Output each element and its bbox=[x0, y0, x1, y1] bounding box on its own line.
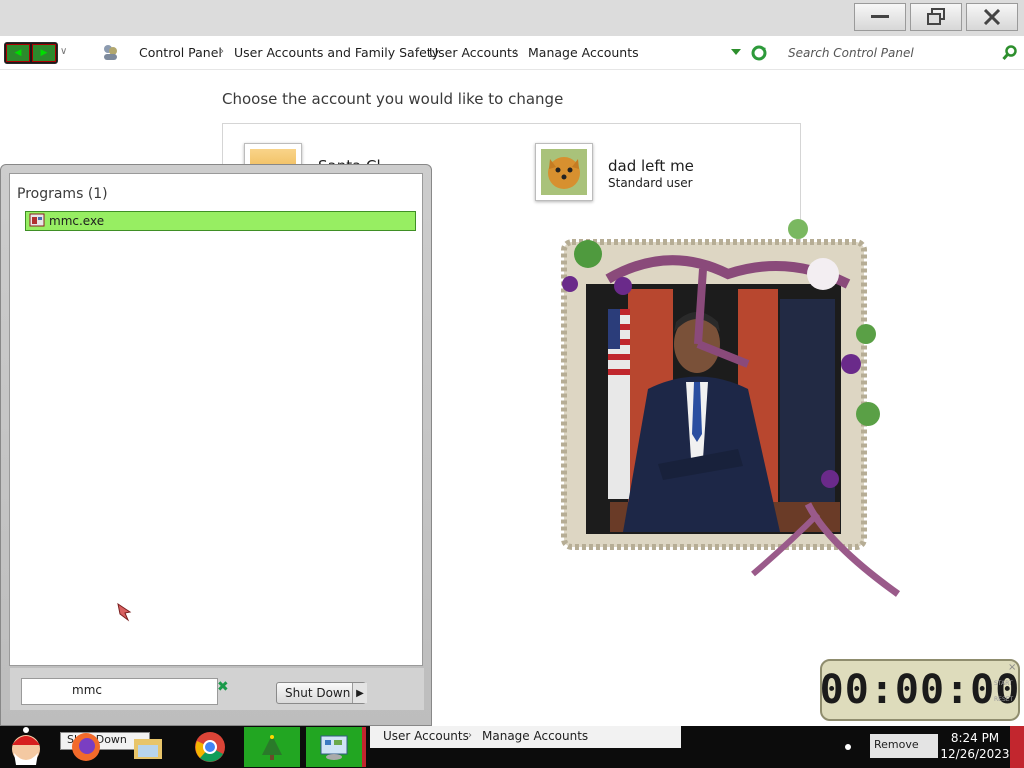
taskbar-clock[interactable]: 8:24 PM 12/26/2023 bbox=[940, 730, 1010, 762]
breadcrumb-separator-icon[interactable]: › bbox=[415, 46, 419, 57]
gadget-close-icon[interactable]: × bbox=[1008, 662, 1016, 673]
avatar bbox=[535, 143, 593, 201]
chrome-icon bbox=[195, 732, 225, 762]
control-panel-taskbar-button[interactable] bbox=[306, 727, 366, 767]
nav-buttons: ◀ ▶ bbox=[4, 42, 58, 64]
timer-display: 00:00:00 bbox=[819, 667, 1021, 713]
clock-date: 12/26/2023 bbox=[940, 747, 1010, 761]
cursor-icon bbox=[116, 602, 132, 626]
tray-notification-area[interactable]: Remove bbox=[870, 734, 938, 758]
search-result-label: mmc.exe bbox=[49, 214, 105, 228]
breadcrumb-separator-icon[interactable]: › bbox=[220, 46, 224, 57]
programs-section-label: Programs (1) bbox=[17, 186, 108, 202]
tray-dot-icon bbox=[845, 744, 851, 750]
mmc-app-icon bbox=[29, 213, 45, 230]
account-type: Standard user bbox=[608, 176, 693, 190]
start-button[interactable] bbox=[4, 727, 48, 767]
taskbar-breadcrumb: User Accounts › Manage Accounts bbox=[370, 726, 681, 748]
start-search-input[interactable]: mmc bbox=[21, 678, 218, 705]
santa-orb-icon bbox=[12, 727, 40, 765]
explorer-taskbar-button[interactable] bbox=[126, 727, 170, 767]
search-placeholder: Search Control Panel bbox=[788, 46, 914, 60]
folder-icon bbox=[134, 739, 162, 759]
account-dad-left-me[interactable] bbox=[535, 143, 593, 201]
search-result-item[interactable]: mmc.exe bbox=[25, 211, 416, 231]
page-heading: Choose the account you would like to cha… bbox=[222, 90, 564, 108]
clear-search-icon[interactable]: ✖ bbox=[217, 679, 229, 695]
refresh-icon[interactable] bbox=[751, 45, 767, 65]
back-arrow-icon: ◀ bbox=[14, 48, 22, 58]
firefox-icon bbox=[72, 733, 100, 761]
search-icon[interactable] bbox=[1002, 45, 1018, 65]
back-button[interactable]: ◀ bbox=[6, 44, 30, 62]
timer-reset-button[interactable]: RESET bbox=[994, 696, 1013, 703]
close-icon bbox=[983, 9, 1001, 25]
forward-arrow-icon: ▶ bbox=[40, 48, 48, 58]
account-name[interactable]: dad left me bbox=[608, 157, 694, 175]
firefox-taskbar-button[interactable] bbox=[64, 727, 108, 767]
christmas-tree-icon bbox=[262, 735, 282, 760]
breadcrumb-user-accounts[interactable]: User Accounts bbox=[429, 45, 518, 60]
dog-picture-icon bbox=[541, 149, 587, 195]
forward-button[interactable]: ▶ bbox=[32, 44, 56, 62]
portrait-frame-image bbox=[548, 214, 908, 608]
taskbar-crumb-manage-accounts[interactable]: Manage Accounts bbox=[482, 729, 588, 743]
breadcrumb-control-panel[interactable]: Control Panel bbox=[139, 45, 222, 60]
breadcrumb-manage-accounts[interactable]: Manage Accounts bbox=[528, 45, 639, 60]
tray-text: Remove bbox=[874, 738, 919, 751]
recent-pages-icon[interactable]: ∨ bbox=[60, 46, 67, 57]
minimize-icon bbox=[871, 15, 889, 18]
show-desktop-button[interactable] bbox=[1010, 726, 1024, 768]
breadcrumb-family-safety[interactable]: User Accounts and Family Safety bbox=[234, 45, 439, 60]
start-search-value: mmc bbox=[72, 683, 102, 697]
close-button[interactable] bbox=[966, 3, 1018, 31]
users-icon bbox=[101, 43, 119, 65]
search-input[interactable]: Search Control Panel bbox=[778, 42, 998, 64]
address-dropdown-icon[interactable] bbox=[731, 49, 741, 55]
tree-taskbar-button[interactable] bbox=[244, 727, 300, 767]
shut-down-label: Shut Down bbox=[285, 686, 351, 700]
timer-gadget: 00:00:00 bbox=[820, 659, 1020, 721]
shut-down-options-icon[interactable]: ▶ bbox=[352, 683, 367, 703]
clock-time: 8:24 PM bbox=[950, 731, 1000, 745]
minimize-button[interactable] bbox=[854, 3, 906, 31]
taskbar-crumb-user-accounts[interactable]: User Accounts bbox=[383, 729, 469, 743]
taskbar-crumb-separator-icon: › bbox=[468, 730, 472, 741]
start-menu-results-pane bbox=[9, 173, 423, 666]
control-panel-icon bbox=[320, 735, 348, 760]
chrome-taskbar-button[interactable] bbox=[188, 727, 232, 767]
restore-icon bbox=[927, 8, 945, 25]
breadcrumb-separator-icon[interactable]: › bbox=[514, 46, 518, 57]
timer-start-button[interactable]: START bbox=[994, 680, 1013, 687]
restore-button[interactable] bbox=[910, 3, 962, 31]
